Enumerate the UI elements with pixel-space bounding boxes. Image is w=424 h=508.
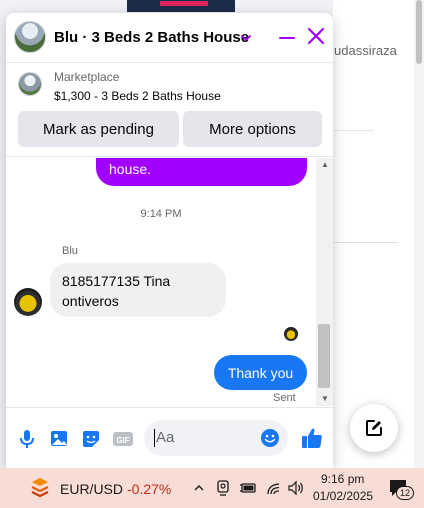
page-scrollbar-thumb[interactable] <box>416 0 422 64</box>
page-scrollbar[interactable] <box>414 0 424 468</box>
background-separator <box>334 242 398 243</box>
background-username: udassiraza <box>334 43 397 58</box>
background-right-panel <box>333 0 424 468</box>
chevron-down-icon[interactable] <box>240 32 252 44</box>
chat-header[interactable]: Blu · 3 Beds 2 Baths House <box>6 13 333 63</box>
photo-icon[interactable] <box>48 428 70 450</box>
message-list: house. 9:14 PM Blu 8185177135 Tina ontiv… <box>6 158 333 406</box>
message-text: house. <box>109 161 152 177</box>
listing-title[interactable]: $1,300 - 3 Beds 2 Baths House <box>54 89 221 103</box>
camera-app-icon[interactable] <box>216 480 230 496</box>
chat-window: Blu · 3 Beds 2 Baths House Marketplace $… <box>6 13 333 468</box>
battery-icon[interactable] <box>239 481 257 495</box>
composer: GIF Aa <box>6 407 333 468</box>
clock-date[interactable]: 01/02/2025 <box>313 489 373 503</box>
background-thumbnail-banner <box>160 1 208 6</box>
message-input-placeholder: Aa <box>156 429 175 446</box>
microphone-icon[interactable] <box>16 428 38 450</box>
time-separator: 9:14 PM <box>140 208 182 220</box>
emoji-icon[interactable] <box>260 428 280 448</box>
marketplace-panel: Marketplace $1,300 - 3 Beds 2 Baths Hous… <box>6 64 333 157</box>
background-divider <box>334 130 374 131</box>
scroll-down-arrow-icon[interactable]: ▼ <box>321 394 329 403</box>
incoming-message-bubble[interactable]: 8185177135 Tina ontiveros <box>50 263 226 317</box>
chevron-up-icon[interactable] <box>193 482 205 494</box>
more-options-button[interactable]: More options <box>183 111 322 147</box>
sender-name: Blu <box>62 245 78 257</box>
clock-time[interactable]: 9:16 pm <box>321 472 364 486</box>
compose-icon <box>366 420 382 436</box>
taskbar: EUR/USD -0.27% 9:16 pm 01/02/2025 12 <box>0 468 424 508</box>
outgoing-message-bubble[interactable]: house. <box>96 158 307 186</box>
chat-avatar[interactable] <box>14 21 46 53</box>
sticker-icon[interactable] <box>80 428 102 450</box>
read-receipt-avatar <box>284 327 298 341</box>
message-status: Sent <box>273 392 296 404</box>
currency-pair[interactable]: EUR/USD <box>60 481 123 497</box>
marketplace-label: Marketplace <box>54 70 120 84</box>
currency-change[interactable]: -0.27% <box>127 481 171 497</box>
outgoing-message-bubble[interactable]: Thank you <box>214 355 307 390</box>
text-caret <box>154 429 155 447</box>
minimize-icon[interactable] <box>279 37 295 39</box>
message-scrollbar-thumb[interactable] <box>318 324 330 388</box>
currency-chart-icon[interactable] <box>28 476 52 500</box>
like-icon[interactable] <box>300 426 324 450</box>
volume-icon[interactable] <box>287 480 305 496</box>
message-scrollbar[interactable]: ▲ ▼ <box>316 158 333 406</box>
mark-as-pending-button[interactable]: Mark as pending <box>18 111 179 147</box>
gif-icon[interactable]: GIF <box>112 428 134 450</box>
close-icon[interactable] <box>306 26 326 46</box>
new-message-button[interactable] <box>350 404 398 452</box>
listing-thumbnail[interactable] <box>18 72 42 96</box>
sender-avatar[interactable] <box>14 288 42 316</box>
notification-count-badge: 12 <box>396 486 414 500</box>
chat-title[interactable]: Blu · 3 Beds 2 Baths House <box>54 29 249 46</box>
message-input[interactable]: Aa <box>144 420 288 456</box>
wifi-icon[interactable] <box>266 481 282 495</box>
gif-label: GIF <box>116 436 129 445</box>
scroll-up-arrow-icon[interactable]: ▲ <box>321 160 329 169</box>
